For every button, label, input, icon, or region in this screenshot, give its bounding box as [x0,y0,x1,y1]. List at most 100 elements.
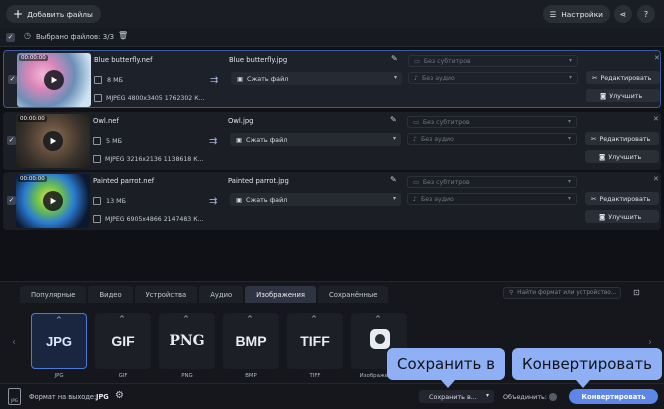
play-button[interactable] [44,70,64,90]
file-size-icon [94,76,102,84]
tab-video[interactable]: Видео [88,286,133,303]
audio-icon: ♪ [413,135,417,143]
thumbnail[interactable]: 00:00:00 [16,114,90,168]
chevron-up-icon: ^ [311,315,317,323]
enhance-button[interactable]: ◙ Улучшить [586,89,660,102]
rename-pencil-icon[interactable]: ✎ [390,175,397,184]
file-meta: MJPEG 3216x2136 1138618 К... [105,155,204,163]
thumbnail[interactable]: 00:00:00 [16,174,90,228]
file-size-icon [93,137,101,145]
chevron-down-icon: ▾ [392,135,396,142]
tab-audio[interactable]: Аудио [199,286,244,303]
audio-icon: ♪ [414,74,418,82]
open-panel-icon[interactable]: ⊡ [633,288,640,297]
output-format-label: Формат на выходе: [29,393,97,401]
file-row[interactable]: ✓ 00:00:00 Owl.nef 5 МБ MJPEG 3216x2136 … [3,112,661,170]
file-checkbox[interactable]: ✓ [7,196,16,205]
file-checkbox[interactable]: ✓ [7,136,16,145]
source-filename: Painted parrot.nef [93,177,155,185]
output-format-value: JPG [96,393,109,401]
file-checkbox[interactable]: ✓ [8,75,17,84]
enhance-button[interactable]: ◙ Улучшить [585,150,659,163]
enhance-button[interactable]: ◙ Улучшить [585,210,659,223]
chevron-down-icon: ▾ [392,195,396,202]
edit-button[interactable]: ✂ Редактировать [585,132,659,145]
compress-select[interactable]: ▣ Сжать файл ▾ [231,72,402,85]
settings-button[interactable]: ☰ Настройки [542,5,610,23]
format-search-input[interactable]: ⚲ Найти формат или устройство... [503,287,621,299]
chevron-down-icon: ▾ [567,195,571,202]
source-filename: Owl.nef [93,117,119,125]
rename-pencil-icon[interactable]: ✎ [390,115,397,124]
tab-devices[interactable]: Устройства [134,286,198,303]
file-row[interactable]: ✓ 00:00:00 Blue butterfly.nef 8 МБ MJPEG… [3,50,661,108]
format-tile-png[interactable]: ^ PNG [159,313,215,369]
scroll-right-icon[interactable]: › [648,337,652,348]
close-icon[interactable]: ✕ [654,54,660,62]
file-meta: MJPEG 6905x4866 2147483 К... [105,215,204,223]
subtitles-select[interactable]: ▭ Без субтитров ▾ [407,176,577,188]
tiff-logo: TIFF [300,333,330,349]
compress-label: Сжать файл [247,74,289,83]
convert-button[interactable]: Конвертировать [569,389,658,404]
subtitles-icon: ▭ [413,118,419,126]
tab-images[interactable]: Изображения [245,286,316,303]
add-files-button[interactable]: + Добавить файлы [6,5,101,23]
edit-button[interactable]: ✂ Редактировать [586,71,660,84]
format-tile-bmp[interactable]: ^ BMP [223,313,279,369]
enhance-label: Улучшить [609,91,643,100]
close-icon[interactable]: ✕ [653,175,659,183]
scissors-icon: ✂ [591,134,597,143]
gear-icon[interactable]: ⚙ [115,390,124,401]
enhance-icon: ◙ [599,212,606,221]
format-tile-tiff[interactable]: ^ TIFF [287,313,343,369]
convert-callout: Конвертировать [512,348,662,388]
help-button[interactable]: ? [637,5,655,23]
camera-icon [370,329,390,349]
play-icon [51,76,58,84]
play-button[interactable] [43,131,63,151]
settings-label: Настройки [561,9,603,19]
format-tile-jpg[interactable]: ^ JPG [31,313,87,369]
bmp-logo: BMP [235,333,267,349]
play-button[interactable] [43,191,63,211]
selected-count: Выбрано файлов: 3/3 [36,33,115,41]
close-icon[interactable]: ✕ [653,115,659,123]
format-tabs: Популярные Видео Устройства Аудио Изобра… [20,286,389,303]
bottom-bar: JPG Формат на выходе: JPG ⚙ Сохранить в.… [0,383,664,409]
edit-label: Редактировать [599,194,651,203]
play-icon [50,137,57,145]
compress-select[interactable]: ▣ Сжать файл ▾ [230,193,401,206]
thumbnail[interactable]: 00:00:00 [17,53,91,107]
scroll-left-icon[interactable]: ‹ [12,337,16,348]
audio-select[interactable]: ♪ Без аудио ▾ [407,193,577,205]
selection-bar: ✓ ◷ Выбрано файлов: 3/3 🗑 [0,28,664,47]
subtitles-select[interactable]: ▭ Без субтитров ▾ [408,55,578,67]
format-label: TIFF [309,373,321,379]
audio-select[interactable]: ♪ Без аудио ▾ [407,133,577,145]
duration: 00:00:00 [19,55,48,61]
edit-label: Редактировать [600,73,652,82]
chevron-down-icon: ▾ [567,178,571,185]
video-stream-icon [93,155,101,163]
audio-icon: ♪ [413,195,417,203]
tab-saved[interactable]: Сохранённые [317,286,389,303]
merge-toggle[interactable] [549,393,557,401]
select-all-checkbox[interactable]: ✓ [6,33,15,42]
save-in-select[interactable]: Сохранить в... ▾ [419,390,494,403]
output-format-icon: JPG [8,388,21,405]
file-size: 5 МБ [106,137,122,145]
subtitles-icon: ▭ [414,57,420,65]
audio-select[interactable]: ♪ Без аудио ▾ [408,72,578,84]
subtitles-select[interactable]: ▭ Без субтитров ▾ [407,116,577,128]
save-in-label: Сохранить в... [429,392,477,401]
edit-button[interactable]: ✂ Редактировать [585,192,659,205]
sliders-icon: ☰ [549,9,557,19]
trash-icon[interactable]: 🗑 [118,31,128,40]
file-row[interactable]: ✓ 00:00:00 Painted parrot.nef 13 МБ MJPE… [3,172,661,230]
format-tile-gif[interactable]: ^ GIF [95,313,151,369]
compress-select[interactable]: ▣ Сжать файл ▾ [230,133,401,146]
rename-pencil-icon[interactable]: ✎ [391,54,398,63]
share-button[interactable]: ⋖ [614,5,632,23]
tab-popular[interactable]: Популярные [20,286,87,303]
